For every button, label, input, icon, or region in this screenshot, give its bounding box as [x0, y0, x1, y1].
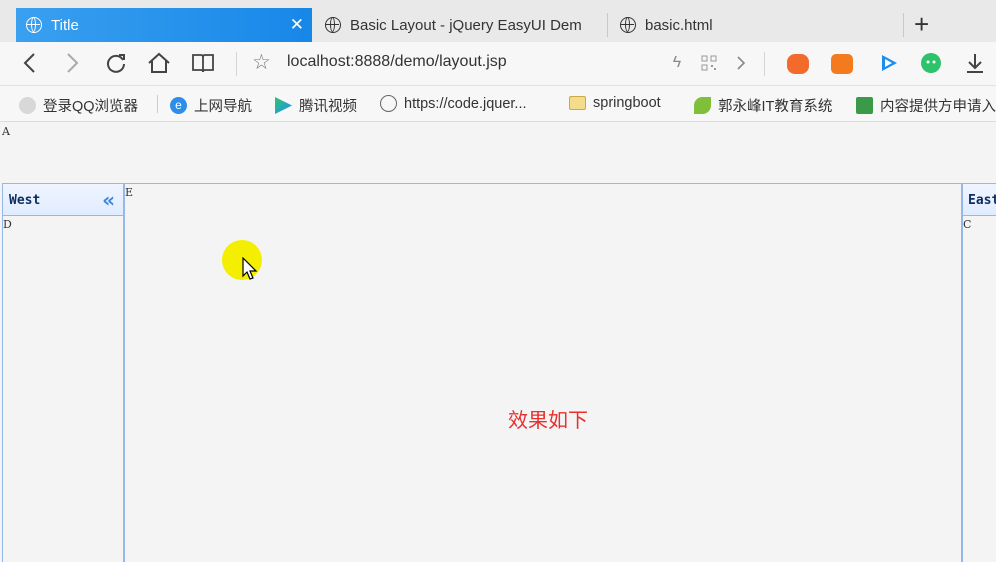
chevron-right-icon[interactable]: [728, 50, 754, 76]
east-panel-title: East: [968, 193, 996, 208]
bookmark-item[interactable]: https://code.jquer...: [380, 95, 527, 112]
folder-icon: [569, 96, 586, 110]
mouse-pointer-icon: [242, 257, 258, 280]
east-content: C: [963, 218, 972, 231]
west-panel-header: West «: [3, 184, 123, 216]
east-region: East C: [962, 183, 996, 562]
collapse-icon[interactable]: «: [102, 188, 115, 212]
forward-icon[interactable]: [60, 50, 86, 76]
tab-basic-html[interactable]: basic.html: [610, 8, 900, 42]
page-content: A West « D E East C 效果如下: [0, 123, 996, 562]
tab-label: Basic Layout - jQuery EasyUI Dem: [350, 16, 582, 34]
globe-icon: [620, 17, 636, 33]
toolbar-divider: [236, 52, 237, 76]
book-icon: [856, 97, 873, 114]
west-panel-title: West: [9, 193, 41, 208]
leaf-icon: [694, 97, 711, 114]
north-region: A: [0, 123, 996, 183]
tab-title[interactable]: Title ✕: [16, 8, 312, 42]
reading-mode-icon[interactable]: [190, 50, 216, 76]
tab-basic-layout[interactable]: Basic Layout - jQuery EasyUI Dem: [315, 8, 605, 42]
tab-bar: Title ✕ Basic Layout - jQuery EasyUI Dem…: [0, 0, 996, 42]
back-icon[interactable]: [16, 50, 42, 76]
bookmark-item[interactable]: e 上网导航: [170, 95, 252, 116]
west-content: D: [3, 218, 12, 231]
home-icon[interactable]: [146, 50, 172, 76]
star-icon[interactable]: ☆: [252, 50, 271, 75]
lightning-icon[interactable]: ϟ: [664, 50, 690, 76]
tab-label: Title: [51, 16, 79, 34]
tab-separator: [607, 13, 608, 37]
east-panel-header: East: [963, 184, 996, 216]
download-icon[interactable]: [962, 50, 988, 76]
bookmark-item[interactable]: springboot: [569, 95, 661, 111]
bookmark-divider: [157, 95, 158, 113]
navigation-bar: ☆ localhost:8888/demo/layout.jsp ϟ: [0, 42, 996, 86]
video-camera-icon[interactable]: [831, 54, 853, 74]
bookmark-item[interactable]: 内容提供方申请入: [856, 95, 996, 116]
globe-icon: [325, 17, 341, 33]
bookmark-item[interactable]: 腾讯视频: [275, 95, 357, 116]
address-input[interactable]: localhost:8888/demo/layout.jsp: [287, 53, 507, 71]
bookmark-item[interactable]: 登录QQ浏览器: [19, 95, 138, 116]
close-tab-button[interactable]: ✕: [290, 15, 304, 35]
center-content: E: [125, 186, 134, 199]
ie-icon: e: [170, 97, 187, 114]
play-icon: [275, 97, 292, 114]
qr-code-icon[interactable]: [696, 50, 722, 76]
bookmark-item[interactable]: 郭永峰IT教育系统: [694, 95, 832, 116]
effect-caption: 效果如下: [508, 408, 588, 432]
tab-label: basic.html: [645, 16, 713, 34]
user-icon: [19, 97, 36, 114]
center-region: E: [124, 183, 962, 562]
north-content: A: [2, 125, 10, 138]
new-tab-button[interactable]: +: [914, 11, 929, 37]
globe-icon: [380, 95, 397, 112]
game-controller-icon[interactable]: [787, 54, 809, 74]
bookmarks-bar: 登录QQ浏览器 e 上网导航 腾讯视频 https://code.jquer..…: [0, 86, 996, 122]
refresh-icon[interactable]: [103, 50, 129, 76]
tab-separator: [903, 13, 904, 37]
tencent-video-icon[interactable]: [876, 50, 902, 76]
wechat-icon[interactable]: [918, 50, 944, 76]
globe-icon: [26, 17, 42, 33]
west-region: West « D: [2, 183, 124, 562]
toolbar-divider: [764, 52, 765, 76]
